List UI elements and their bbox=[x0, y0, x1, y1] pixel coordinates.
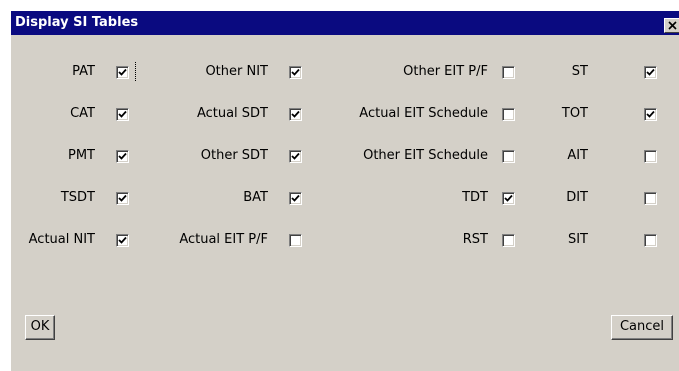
checkbox-ait[interactable] bbox=[644, 150, 657, 163]
checkmark-icon bbox=[291, 110, 300, 118]
display-si-tables-dialog: Display SI Tables PAT CAT PMT TSDT Actual NI… bbox=[10, 10, 679, 371]
label-actual-eit-schedule: Actual EIT Schedule bbox=[359, 106, 488, 121]
label-other-eit-p-f: Other EIT P/F bbox=[403, 64, 488, 79]
checkmark-icon bbox=[291, 68, 300, 76]
checkmark-icon bbox=[118, 194, 127, 202]
label-actual-eit-p-f: Actual EIT P/F bbox=[179, 232, 268, 247]
label-actual-sdt: Actual SDT bbox=[196, 106, 268, 121]
checkmark-icon bbox=[646, 110, 655, 118]
checkbox-actual-nit[interactable] bbox=[116, 234, 129, 247]
label-dit: DIT bbox=[566, 190, 588, 205]
checkmark-icon bbox=[291, 194, 300, 202]
checkbox-other-eit-p-f[interactable] bbox=[502, 66, 515, 79]
label-cat: CAT bbox=[70, 106, 95, 121]
checkbox-cat[interactable] bbox=[116, 108, 129, 121]
checkbox-tot[interactable] bbox=[644, 108, 657, 121]
checkbox-actual-sdt[interactable] bbox=[289, 108, 302, 121]
checkbox-actual-eit-p-f[interactable] bbox=[289, 234, 302, 247]
checkbox-other-eit-schedule[interactable] bbox=[502, 150, 515, 163]
checkbox-other-sdt[interactable] bbox=[289, 150, 302, 163]
label-other-nit: Other NIT bbox=[205, 64, 268, 79]
dialog-title: Display SI Tables bbox=[15, 15, 139, 30]
checkbox-pat[interactable] bbox=[116, 66, 129, 79]
checkmark-icon bbox=[118, 68, 127, 76]
focus-indicator bbox=[135, 62, 136, 81]
label-sit: SIT bbox=[567, 232, 588, 247]
checkbox-sit[interactable] bbox=[644, 234, 657, 247]
label-other-eit-schedule: Other EIT Schedule bbox=[363, 148, 488, 163]
checkmark-icon bbox=[118, 152, 127, 160]
checkbox-tsdt[interactable] bbox=[116, 192, 129, 205]
checkbox-other-nit[interactable] bbox=[289, 66, 302, 79]
close-icon bbox=[668, 21, 677, 30]
label-tdt: TDT bbox=[462, 190, 488, 205]
close-button[interactable] bbox=[664, 18, 679, 33]
label-pat: PAT bbox=[72, 64, 95, 79]
checkbox-pmt[interactable] bbox=[116, 150, 129, 163]
label-tsdt: TSDT bbox=[60, 190, 95, 205]
checkmark-icon bbox=[118, 110, 127, 118]
checkbox-dit[interactable] bbox=[644, 192, 657, 205]
label-pmt: PMT bbox=[68, 148, 95, 163]
checkbox-bat[interactable] bbox=[289, 192, 302, 205]
label-bat: BAT bbox=[243, 190, 268, 205]
ok-button[interactable]: OK bbox=[25, 315, 55, 340]
cancel-button[interactable]: Cancel bbox=[611, 315, 673, 340]
title-bar[interactable]: Display SI Tables bbox=[11, 11, 679, 35]
checkbox-rst[interactable] bbox=[502, 234, 515, 247]
checkmark-icon bbox=[291, 152, 300, 160]
label-tot: TOT bbox=[561, 106, 588, 121]
label-other-sdt: Other SDT bbox=[200, 148, 268, 163]
checkmark-icon bbox=[118, 236, 127, 244]
checkmark-icon bbox=[504, 194, 513, 202]
label-st: ST bbox=[571, 64, 588, 79]
label-ait: AIT bbox=[567, 148, 588, 163]
checkbox-actual-eit-schedule[interactable] bbox=[502, 108, 515, 121]
checkmark-icon bbox=[646, 68, 655, 76]
label-actual-nit: Actual NIT bbox=[28, 232, 95, 247]
checkbox-tdt[interactable] bbox=[502, 192, 515, 205]
label-rst: RST bbox=[462, 232, 488, 247]
checkbox-st[interactable] bbox=[644, 66, 657, 79]
